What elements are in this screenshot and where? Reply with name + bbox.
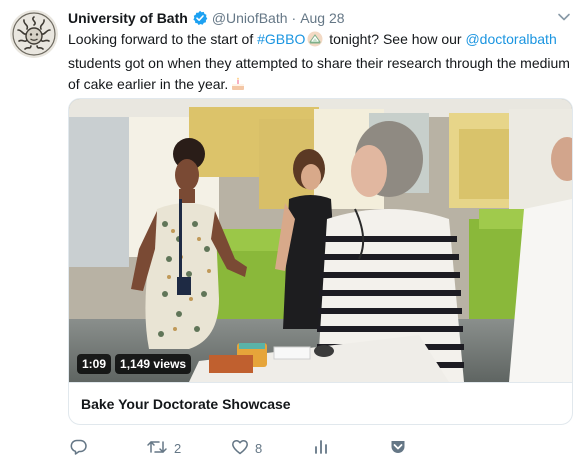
video-card[interactable]: 1:09 1,149 views Bake Your Doctorate Sho…	[68, 98, 573, 425]
university-crest-icon	[10, 10, 58, 58]
gbbo-tent-emoji	[307, 31, 323, 53]
tweet-header: University of Bath @UniofBath · Aug 28	[68, 8, 573, 28]
like-icon	[231, 438, 249, 459]
video-thumbnail	[69, 99, 572, 382]
share-button[interactable]	[389, 438, 407, 459]
author-handle[interactable]: @UniofBath	[212, 10, 288, 26]
video-duration: 1:09	[77, 354, 112, 374]
mention-link[interactable]: @doctoralbath	[465, 31, 556, 47]
tweet-text: Looking forward to the start of #GBBO to…	[68, 29, 573, 98]
analytics-icon	[312, 438, 330, 459]
hashtag-link[interactable]: #GBBO	[257, 31, 305, 47]
share-icon	[389, 438, 407, 459]
retweet-button[interactable]: 2	[146, 438, 181, 459]
tweet-text-segment: Looking forward to the start of	[68, 31, 258, 47]
like-button[interactable]: 8	[231, 438, 262, 459]
tweet-content: University of Bath @UniofBath · Aug 28 L…	[68, 8, 573, 98]
retweet-icon	[146, 438, 168, 459]
cake-emoji	[230, 76, 246, 98]
tweet-timestamp[interactable]: Aug 28	[300, 10, 344, 26]
like-count: 8	[255, 441, 263, 456]
time-separator: ·	[291, 10, 297, 26]
tweet-actions: 2 8	[68, 436, 573, 460]
retweet-count: 2	[174, 441, 182, 456]
author-name[interactable]: University of Bath	[68, 10, 188, 26]
analytics-button[interactable]	[312, 438, 330, 459]
tweet-text-segment: students got on when they attempted to s…	[68, 55, 570, 92]
video-title[interactable]: Bake Your Doctorate Showcase	[69, 382, 572, 424]
video-player[interactable]: 1:09 1,149 views	[69, 99, 572, 382]
video-view-count: 1,149 views	[115, 354, 192, 374]
video-overlay: 1:09 1,149 views	[77, 354, 192, 374]
verified-badge-icon	[192, 10, 208, 26]
reply-icon	[70, 438, 88, 459]
reply-button[interactable]	[70, 438, 94, 459]
chevron-down-icon[interactable]	[557, 10, 571, 29]
avatar[interactable]	[10, 10, 58, 58]
tweet-text-segment: tonight? See how our	[325, 31, 466, 47]
